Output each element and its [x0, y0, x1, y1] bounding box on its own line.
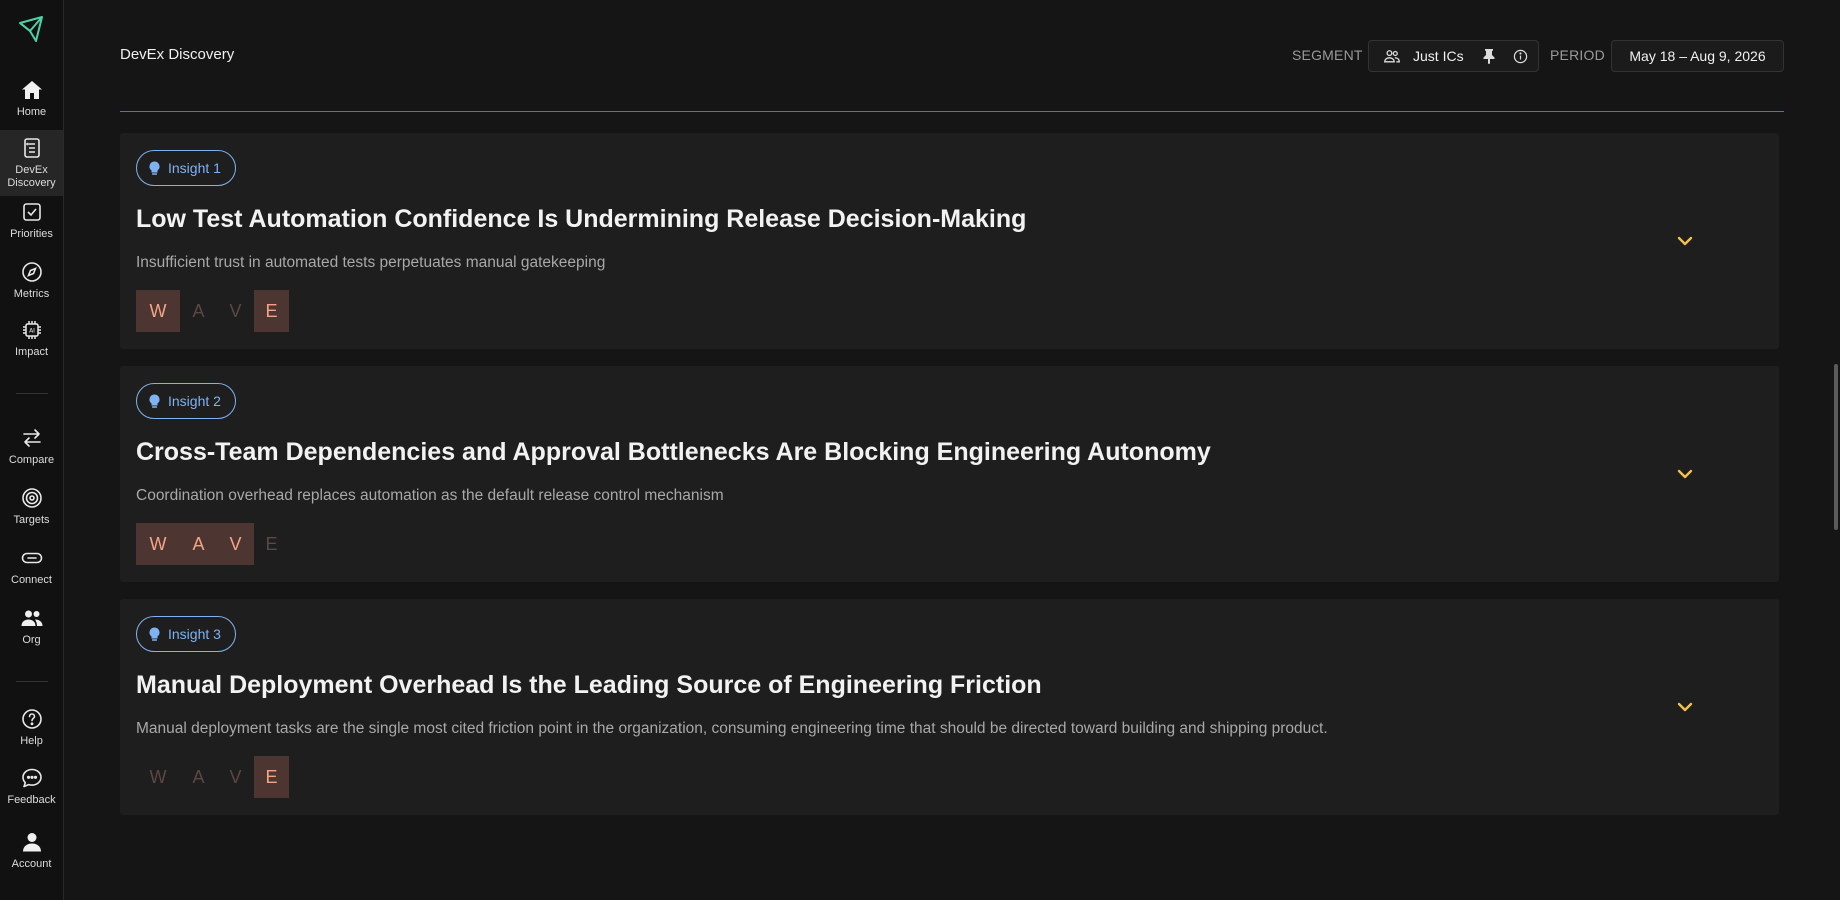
sidebar-item-org[interactable]: Org: [0, 606, 63, 647]
sidebar-divider: [16, 393, 48, 394]
sidebar-item-label: Org: [22, 634, 41, 646]
sidebar-item-label: Priorities: [10, 228, 53, 240]
chevron-down-icon[interactable]: [1675, 464, 1695, 484]
clipboard-list-icon: [23, 138, 40, 158]
insight-title: Low Test Automation Confidence Is Underm…: [136, 205, 1027, 233]
period-label: PERIOD: [1550, 47, 1605, 63]
wave-letter-e: E: [254, 756, 289, 798]
wave-letter-w: W: [149, 766, 167, 787]
sidebar-item-label: Impact: [14, 346, 48, 358]
sidebar-item-label: Account: [11, 858, 52, 870]
segment-label: SEGMENT: [1292, 47, 1363, 63]
link-icon: [21, 552, 42, 564]
insight-subtitle: Manual deployment tasks are the single m…: [136, 720, 1328, 737]
lightbulb-icon: [149, 627, 160, 641]
app-logo-icon[interactable]: [16, 13, 48, 45]
sidebar-item-connect[interactable]: Connect: [0, 546, 63, 587]
help-circle-icon: [21, 709, 42, 729]
user-icon: [22, 833, 41, 852]
arrows-swap-icon: [22, 429, 41, 447]
sidebar-item-label: Connect: [11, 574, 52, 586]
sidebar-item-metrics[interactable]: Metrics: [0, 260, 63, 301]
insight-card[interactable]: Insight 1 Low Test Automation Confidence…: [120, 133, 1779, 349]
compass-icon: [21, 262, 42, 282]
lightbulb-icon: [149, 161, 160, 175]
chevron-down-icon[interactable]: [1675, 231, 1695, 251]
period-selector[interactable]: May 18 – Aug 9, 2026: [1611, 40, 1784, 72]
wave-letter-w: W: [136, 290, 180, 332]
sidebar-item-home[interactable]: Home: [0, 78, 63, 119]
sidebar-item-priorities[interactable]: Priorities: [0, 200, 63, 241]
wave-letter-e: E: [254, 290, 289, 332]
wave-indicator: W A V E: [136, 756, 289, 798]
insight-badge: Insight 2: [136, 383, 236, 419]
wave-letter-a: A: [192, 766, 205, 787]
insight-badge-label: Insight 1: [168, 160, 221, 176]
insight-badge-label: Insight 2: [168, 393, 221, 409]
chat-bubble-icon: [21, 768, 42, 788]
sidebar-item-compare[interactable]: Compare: [0, 426, 63, 467]
sidebar-item-feedback[interactable]: Feedback: [0, 766, 63, 807]
svg-text:AI: AI: [29, 328, 35, 335]
wave-indicator: W A V E: [136, 523, 289, 565]
insight-subtitle: Coordination overhead replaces automatio…: [136, 487, 724, 504]
insight-title: Manual Deployment Overhead Is the Leadin…: [136, 671, 1042, 699]
sidebar-item-label: Targets: [13, 514, 50, 526]
wave-letter-w: W: [136, 523, 180, 565]
insight-card[interactable]: Insight 2 Cross-Team Dependencies and Ap…: [120, 366, 1779, 582]
page-title: DevEx Discovery: [120, 46, 235, 63]
sidebar-item-account[interactable]: Account: [0, 830, 63, 871]
segment-value: Just ICs: [1413, 48, 1464, 64]
wave-letter-a: A: [180, 523, 217, 565]
checkbox-icon: [22, 203, 41, 221]
segment-selector[interactable]: Just ICs: [1368, 40, 1539, 72]
insight-badge: Insight 1: [136, 150, 236, 186]
scrollbar-thumb[interactable]: [1834, 364, 1838, 530]
insight-subtitle: Insufficient trust in automated tests pe…: [136, 254, 606, 271]
sidebar: Home DevEx Discovery Priorities Metrics …: [0, 0, 64, 900]
chevron-down-icon[interactable]: [1675, 697, 1695, 717]
wave-letter-v: V: [229, 300, 242, 321]
sidebar-item-label: Help: [20, 735, 43, 747]
sidebar-item-targets[interactable]: Targets: [0, 486, 63, 527]
ai-chip-icon: AI: [22, 321, 41, 339]
users-icon: [21, 610, 42, 626]
wave-letter-v: V: [229, 766, 242, 787]
pin-icon[interactable]: [1482, 48, 1496, 64]
sidebar-item-label: Metrics: [13, 288, 50, 300]
insight-badge-label: Insight 3: [168, 626, 221, 642]
wave-letter-a: A: [192, 300, 205, 321]
insight-card[interactable]: Insight 3 Manual Deployment Overhead Is …: [120, 599, 1779, 815]
sidebar-item-devex-discovery[interactable]: DevEx Discovery: [0, 130, 63, 196]
sidebar-item-impact[interactable]: AI Impact: [0, 318, 63, 359]
target-icon: [21, 488, 42, 508]
wave-letter-e: E: [265, 533, 278, 554]
sidebar-item-label: DevEx Discovery: [7, 164, 56, 189]
header-divider: [120, 111, 1784, 112]
home-icon: [21, 81, 42, 99]
sidebar-item-label: Feedback: [7, 794, 56, 806]
sidebar-divider: [16, 681, 48, 682]
sidebar-item-label: Compare: [8, 454, 55, 466]
wave-indicator: W A V E: [136, 290, 289, 332]
sidebar-item-label: Home: [16, 106, 47, 118]
wave-letter-v: V: [217, 523, 254, 565]
info-icon[interactable]: [1513, 49, 1528, 64]
sidebar-item-help[interactable]: Help: [0, 707, 63, 748]
lightbulb-icon: [149, 394, 160, 408]
users-icon: [1383, 48, 1401, 64]
insight-title: Cross-Team Dependencies and Approval Bot…: [136, 438, 1211, 466]
insight-badge: Insight 3: [136, 616, 236, 652]
